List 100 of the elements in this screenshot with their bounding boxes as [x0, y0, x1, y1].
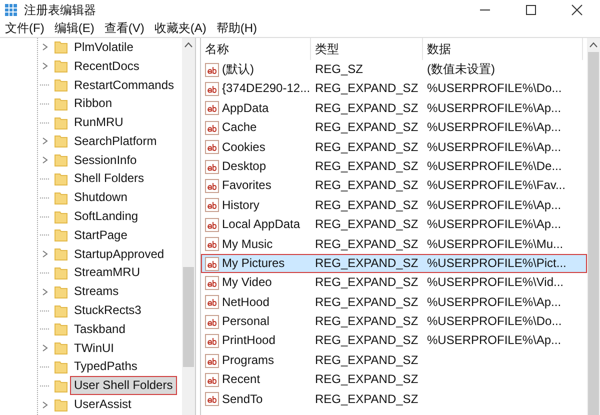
- value-name: My Video: [222, 274, 272, 292]
- folder-icon: [54, 378, 68, 393]
- table-row[interactable]: My Music REG_EXPAND_SZ %USERPROFILE%\Mu...: [201, 234, 587, 254]
- tree-item[interactable]: StuckRects3: [70, 301, 146, 320]
- value-name: Recent: [222, 371, 260, 388]
- value-name: Programs: [222, 352, 274, 369]
- table-row[interactable]: Personal REG_EXPAND_SZ %USERPROFILE%\Do...: [201, 312, 587, 332]
- value-type: REG_EXPAND_SZ: [314, 371, 420, 388]
- folder-icon: [54, 153, 68, 168]
- tree-item[interactable]: RestartCommands: [70, 76, 178, 94]
- value-type: REG_EXPAND_SZ: [314, 100, 420, 117]
- tree-item[interactable]: UserAssist: [70, 395, 136, 414]
- string-value-icon: [205, 295, 219, 310]
- value-data: %USERPROFILE%\De...: [426, 158, 563, 175]
- value-name: PrintHood: [222, 332, 276, 350]
- column-header[interactable]: 名称: [201, 38, 311, 60]
- value-data: (数值未设置): [426, 61, 496, 78]
- table-row[interactable]: My Pictures REG_EXPAND_SZ %USERPROFILE%\Pict...: [201, 254, 587, 274]
- column-header[interactable]: 类型: [311, 38, 423, 60]
- table-row[interactable]: NetHood REG_EXPAND_SZ %USERPROFILE%\Ap...: [201, 292, 587, 312]
- tree-item[interactable]: TypedPaths: [70, 357, 142, 376]
- column-header[interactable]: 数据: [423, 38, 583, 60]
- value-name: AppData: [222, 100, 269, 117]
- value-data: %USERPROFILE%\Fav...: [426, 177, 566, 194]
- menu-item[interactable]: 收藏夹(A): [149, 19, 212, 37]
- tree-item[interactable]: Shell Folders: [70, 169, 148, 188]
- close-icon[interactable]: [570, 4, 584, 16]
- folder-icon: [54, 266, 68, 280]
- tree-item[interactable]: PlmVolatile: [70, 38, 138, 57]
- app-icon: [4, 2, 18, 16]
- value-data: %USERPROFILE%\Pict...: [426, 254, 568, 272]
- tree-item[interactable]: StreamMRU: [70, 263, 144, 282]
- tree-item[interactable]: Ribbon: [70, 94, 116, 114]
- table-row[interactable]: Recent REG_EXPAND_SZ: [201, 370, 587, 390]
- tree-item[interactable]: TWinUI: [70, 338, 118, 358]
- chevron-icon[interactable]: [40, 61, 50, 72]
- menu-item[interactable]: 编辑(E): [49, 19, 100, 37]
- string-value-icon: [205, 160, 219, 174]
- value-data: %USERPROFILE%\Mu...: [426, 236, 564, 253]
- chevron-icon[interactable]: [40, 136, 50, 146]
- table-row[interactable]: (默认) REG_SZ (数值未设置): [201, 60, 587, 80]
- value-type: REG_EXPAND_SZ: [314, 236, 420, 253]
- table-row[interactable]: My Video REG_EXPAND_SZ %USERPROFILE%\Vid...: [201, 273, 587, 293]
- tree-item[interactable]: Taskband: [70, 320, 130, 339]
- chevron-icon[interactable]: [40, 400, 50, 410]
- table-row[interactable]: Favorites REG_EXPAND_SZ %USERPROFILE%\Fav...: [201, 176, 587, 196]
- table-row[interactable]: Programs REG_EXPAND_SZ: [201, 350, 587, 370]
- table-row[interactable]: AppData REG_EXPAND_SZ %USERPROFILE%\Ap...: [201, 98, 587, 118]
- tree-item[interactable]: SearchPlatform: [70, 132, 161, 151]
- value-name: (默认): [222, 61, 254, 78]
- table-row[interactable]: Cache REG_EXPAND_SZ %USERPROFILE%\Ap...: [201, 118, 587, 138]
- string-value-icon: [205, 392, 219, 406]
- value-name: Cache: [222, 119, 257, 136]
- tree-item[interactable]: SoftLanding: [70, 207, 142, 226]
- tree-item[interactable]: RecentDocs: [70, 56, 144, 76]
- table-row[interactable]: Local AppData REG_EXPAND_SZ %USERPROFILE%\Ap...: [201, 215, 587, 235]
- chevron-icon[interactable]: [40, 343, 50, 354]
- folder-icon: [54, 134, 68, 148]
- value-data: %USERPROFILE%\Ap...: [426, 216, 562, 234]
- value-type: REG_EXPAND_SZ: [314, 390, 420, 408]
- scrollbar[interactable]: [587, 38, 600, 415]
- scroll-thumb[interactable]: [183, 267, 194, 367]
- string-value-icon: [205, 276, 219, 290]
- tree-item[interactable]: SessionInfo: [70, 150, 141, 170]
- tree-item[interactable]: Streams: [70, 282, 123, 302]
- string-value-icon: [205, 62, 219, 77]
- value-data: %USERPROFILE%\Ap...: [426, 332, 562, 350]
- chevron-icon[interactable]: [40, 249, 50, 260]
- string-value-icon: [205, 354, 219, 368]
- scrollbar[interactable]: [182, 38, 195, 415]
- string-value-icon: [205, 82, 219, 96]
- chevron-icon[interactable]: [40, 42, 50, 52]
- menu-item[interactable]: 帮助(H): [211, 19, 262, 37]
- folder-icon: [54, 116, 68, 130]
- value-type: REG_EXPAND_SZ: [314, 119, 420, 136]
- table-row[interactable]: Desktop REG_EXPAND_SZ %USERPROFILE%\De...: [201, 156, 587, 176]
- value-data: %USERPROFILE%\Ap...: [426, 294, 562, 311]
- tree-item[interactable]: User Shell Folders: [70, 376, 177, 396]
- tree-item[interactable]: Shutdown: [70, 188, 132, 208]
- tree-item[interactable]: StartPage: [70, 226, 132, 245]
- table-row[interactable]: History REG_EXPAND_SZ %USERPROFILE%\Ap...: [201, 196, 587, 216]
- chevron-icon[interactable]: [40, 286, 50, 297]
- folder-icon: [54, 341, 68, 356]
- chevron-icon[interactable]: [40, 155, 50, 166]
- value-name: {374DE290-12...: [222, 80, 310, 98]
- value-type: REG_EXPAND_SZ: [314, 352, 420, 369]
- tree-item[interactable]: StartupApproved: [70, 244, 168, 264]
- table-row[interactable]: PrintHood REG_EXPAND_SZ %USERPROFILE%\Ap...: [201, 331, 587, 351]
- tree-item[interactable]: RunMRU: [70, 113, 128, 132]
- string-value-icon: [205, 372, 219, 387]
- scroll-thumb[interactable]: [588, 52, 599, 415]
- value-name: Desktop: [222, 158, 266, 175]
- menu-item[interactable]: 查看(V): [99, 19, 150, 37]
- value-data: %USERPROFILE%\Do...: [426, 80, 563, 98]
- maximize-icon[interactable]: [524, 4, 538, 16]
- table-row[interactable]: {374DE290-12... REG_EXPAND_SZ %USERPROFILE%\Do...: [201, 79, 587, 99]
- menu-item[interactable]: 文件(F): [0, 19, 50, 37]
- window-title: 注册表编辑器: [24, 2, 96, 18]
- table-row[interactable]: SendTo REG_EXPAND_SZ: [201, 390, 587, 410]
- table-row[interactable]: Cookies REG_EXPAND_SZ %USERPROFILE%\Ap...: [201, 138, 587, 157]
